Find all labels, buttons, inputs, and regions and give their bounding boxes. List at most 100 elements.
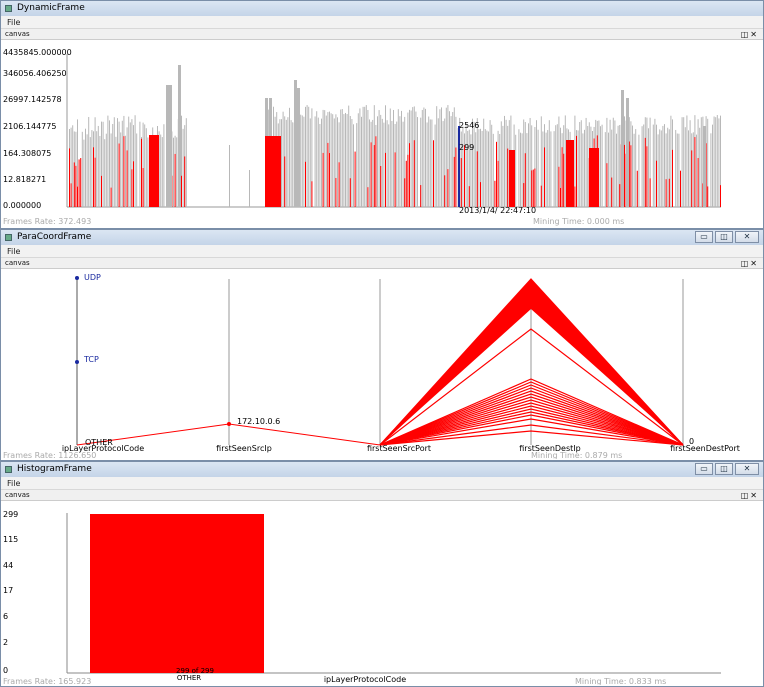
dynamic-red-bar: [460, 158, 462, 207]
dynamic-red-bar: [311, 181, 313, 207]
histogram-x-axis-label: ipLayerProtocolCode: [324, 675, 406, 684]
tcp-label: TCP: [83, 355, 99, 364]
histogram-canvas-restore-icon[interactable]: ◫: [741, 491, 751, 500]
histogram-canvas-controls: ◫✕: [741, 490, 759, 501]
dynamic-gray-bar: [85, 128, 86, 207]
histogram-titlebar[interactable]: HistogramFrame ▭ ◫ ✕: [1, 462, 763, 477]
dynamic-gray-bar: [357, 113, 359, 207]
dynamic-ytick-label: 346056.406250: [3, 69, 67, 78]
close-button[interactable]: ✕: [735, 231, 759, 243]
dynamic-gray-bar: [381, 118, 383, 207]
dynamic-gray-bar: [125, 135, 126, 207]
dynamic-gray-bar: [121, 120, 123, 207]
close-button[interactable]: ✕: [735, 463, 759, 475]
histogram-ytick-label: 44: [3, 561, 13, 570]
dynamic-gray-bar: [306, 105, 308, 207]
dynamic-gray-bar: [491, 124, 493, 207]
dynamic-gray-bar: [442, 121, 444, 207]
dynamic-red-bar: [349, 178, 351, 207]
dynamic-red-bar: [131, 169, 133, 207]
dynamic-red-bar: [665, 179, 667, 207]
paracoord-canvas[interactable]: UDP TCP OTHER 172.10.0.6 0 ipLayerProtoc…: [1, 269, 763, 459]
dynamic-gray-bar: [648, 128, 649, 207]
dynamic-gray-bar: [160, 134, 162, 207]
dynamic-gray-bar: [585, 117, 587, 207]
dynamic-gray-bar: [169, 85, 172, 207]
paracoord-canvas-controls: ◫✕: [741, 258, 759, 269]
dynamic-red-bar: [70, 183, 72, 207]
dynamic-canvas-close-icon[interactable]: ✕: [750, 30, 759, 39]
dynamic-canvas-restore-icon[interactable]: ◫: [741, 30, 751, 39]
dynamic-gray-bar: [584, 129, 585, 207]
paracoord-mining-time: Mining Time: 0.879 ms: [531, 451, 622, 459]
dynamic-red-bar: [532, 169, 534, 207]
dynamic-gray-bar: [337, 117, 338, 207]
java-app-icon: [5, 466, 12, 473]
dynamic-gray-bar: [675, 129, 677, 207]
paracoord-axis-labels: ipLayerProtocolCode firstSeenSrcIp first…: [62, 444, 740, 453]
dynamic-gray-bar: [341, 109, 343, 207]
restore-button[interactable]: ◫: [715, 463, 733, 475]
dynamic-red-bar: [110, 187, 112, 207]
paracoord-titlebar[interactable]: ParaCoordFrame ▭ ◫ ✕: [1, 230, 763, 245]
dynamic-gray-bar: [105, 133, 107, 207]
histogram-canvas[interactable]: 299 115 44 17 6 2 0 299 of 299 OTHER ipL…: [1, 501, 763, 685]
dynamic-gray-bar: [582, 133, 584, 207]
dynamic-gray-bar: [185, 118, 187, 207]
dynamic-red-bar: [558, 166, 560, 207]
dynamic-gray-bar: [521, 133, 523, 207]
dynamic-menubar: File: [1, 16, 763, 29]
paracoord-canvas-restore-icon[interactable]: ◫: [741, 259, 751, 268]
histogram-bar-other[interactable]: [90, 514, 264, 673]
dynamic-red-bar: [284, 156, 286, 207]
dynamic-gray-bar: [504, 115, 505, 207]
dynamic-red-bar: [646, 146, 648, 207]
restore-button[interactable]: ◫: [715, 231, 733, 243]
dynamic-red-bar: [420, 185, 422, 207]
dynamic-gray-bar: [621, 90, 624, 207]
dynamic-gray-bar: [287, 117, 289, 207]
paracoord-canvas-close-icon[interactable]: ✕: [750, 259, 759, 268]
dynamic-titlebar[interactable]: DynamicFrame: [1, 1, 763, 16]
dynamic-gray-bar: [478, 129, 480, 207]
histogram-y-ticks: 299 115 44 17 6 2 0: [3, 510, 18, 675]
dynamic-red-bar: [123, 136, 125, 207]
histogram-ytick-label: 6: [3, 612, 8, 621]
dynamic-red-bar: [94, 157, 96, 207]
dynamic-red-bar: [644, 137, 646, 207]
dynamic-gray-bar: [113, 117, 115, 207]
dynamic-gray-bar: [410, 110, 412, 207]
dynamic-red-bar: [494, 180, 496, 207]
dynamic-gray-bar: [107, 115, 109, 207]
dynamic-gray-bar: [528, 123, 529, 207]
dynamic-gray-bar: [178, 65, 181, 207]
dynamic-red-bar: [80, 158, 82, 207]
dynamic-gray-bar: [372, 119, 374, 207]
dynamic-gray-bar: [710, 133, 712, 207]
dynamic-canvas[interactable]: 4435845.000000 346056.406250 26997.14257…: [1, 40, 763, 227]
dynamic-red-bar: [497, 160, 499, 207]
dynamic-gray-bar: [684, 127, 686, 207]
dynamic-gray-bar: [489, 120, 491, 207]
dynamic-gray-bar: [182, 128, 184, 207]
dynamic-gray-bar: [99, 135, 101, 207]
dynamic-gray-bar: [659, 129, 661, 207]
dynamic-red-bar: [118, 143, 120, 207]
dynamic-red-bar: [181, 175, 182, 207]
dynamic-gray-bar: [112, 123, 114, 207]
dynamic-red-bar: [476, 151, 478, 207]
dynamic-gray-bar: [396, 121, 398, 207]
dynamic-gray-bar: [616, 133, 617, 207]
dynamic-gray-bar: [369, 119, 370, 207]
paracoord-file-menu[interactable]: File: [7, 247, 20, 256]
dynamic-gray-bar: [652, 124, 654, 207]
histogram-canvas-close-icon[interactable]: ✕: [750, 491, 759, 500]
dynamic-gray-bar: [345, 112, 346, 207]
minimize-button[interactable]: ▭: [695, 231, 713, 243]
histogram-file-menu[interactable]: File: [7, 479, 20, 488]
minimize-button[interactable]: ▭: [695, 463, 713, 475]
dynamic-gray-bar: [425, 108, 426, 207]
dynamic-file-menu[interactable]: File: [7, 18, 20, 27]
dynamic-red-bar: [560, 187, 561, 207]
dynamic-gray-bar: [689, 120, 691, 207]
